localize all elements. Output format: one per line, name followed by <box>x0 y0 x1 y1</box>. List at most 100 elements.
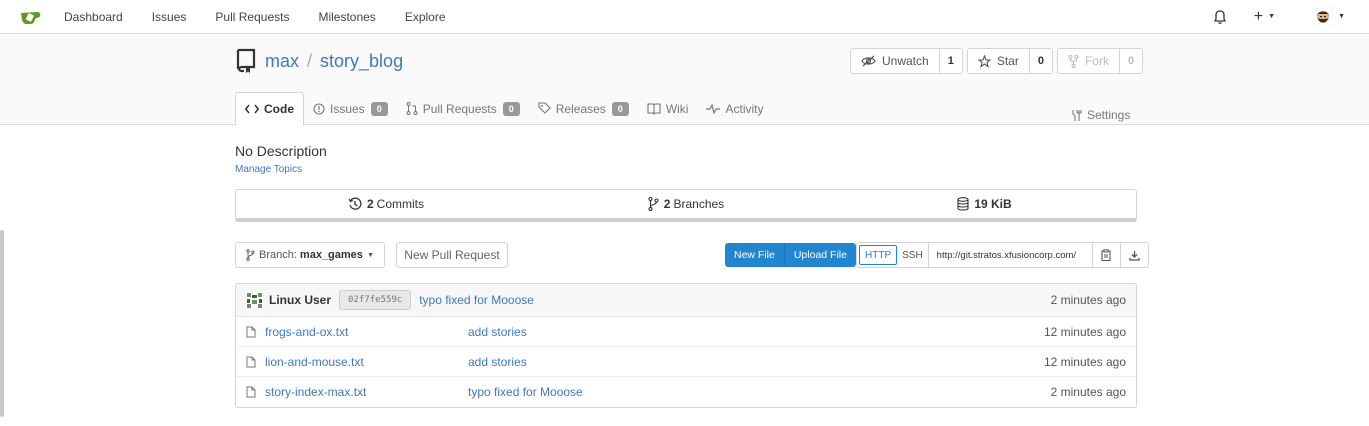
tag-icon <box>538 102 551 114</box>
file-name-link[interactable]: lion-and-mouse.txt <box>265 355 468 369</box>
watch-count[interactable]: 1 <box>940 49 962 73</box>
branches-stat[interactable]: 2 Branches <box>536 190 836 218</box>
file-commit-message-link[interactable]: typo fixed for Mooose <box>468 385 583 399</box>
nav-dashboard[interactable]: Dashboard <box>64 10 123 24</box>
tab-issues-label: Issues <box>330 101 365 116</box>
bell-icon[interactable] <box>1212 9 1228 25</box>
clone-panel: HTTP SSH <box>856 242 1149 268</box>
latest-commit-row: Linux User 02f7fe559c typo fixed for Moo… <box>236 284 1136 317</box>
commits-label: Commits <box>376 197 425 211</box>
git-pull-request-icon <box>406 102 418 115</box>
repo-name-link[interactable]: story_blog <box>320 51 403 72</box>
nav-issues[interactable]: Issues <box>152 10 187 24</box>
repo-actions: Unwatch 1 Star 0 Fork 0 <box>850 48 1147 74</box>
file-icon <box>246 326 256 337</box>
tab-releases[interactable]: Releases 0 <box>529 92 638 125</box>
commits-count: 2 <box>366 197 374 211</box>
unwatch-label: Unwatch <box>882 54 929 68</box>
create-new-menu[interactable]: + ▼ <box>1254 8 1275 26</box>
file-actions: New File Upload File <box>725 243 856 267</box>
nav-pull-requests[interactable]: Pull Requests <box>215 10 289 24</box>
chevron-down-icon: ▼ <box>367 251 374 259</box>
repo-stats-bar: 2 Commits 2 Branches 19 KiB <box>235 189 1137 222</box>
nav-milestones[interactable]: Milestones <box>318 10 375 24</box>
star-icon <box>977 54 991 68</box>
chevron-down-icon: ▼ <box>1268 13 1276 20</box>
history-icon <box>348 197 362 210</box>
repo-size: 19 KiB <box>974 197 1012 211</box>
star-count[interactable]: 0 <box>1030 49 1052 73</box>
issues-count-badge: 0 <box>370 101 388 116</box>
tab-pull-requests[interactable]: Pull Requests 0 <box>397 92 529 125</box>
commit-sha-button[interactable]: 02f7fe559c <box>339 290 412 310</box>
star-label: Star <box>996 54 1019 68</box>
tab-activity[interactable]: Activity <box>697 92 772 125</box>
tab-settings[interactable]: Settings <box>1070 108 1130 122</box>
tab-activity-label: Activity <box>725 101 764 116</box>
file-commit-message-link[interactable]: add stories <box>468 325 527 339</box>
table-row: lion-and-mouse.txt add stories 12 minute… <box>236 347 1136 377</box>
avatar <box>1313 6 1334 27</box>
commit-author: Linux User <box>269 293 332 307</box>
commit-message-link[interactable]: typo fixed for Mooose <box>419 293 534 307</box>
manage-topics-link[interactable]: Manage Topics <box>235 164 302 175</box>
download-button[interactable] <box>1119 243 1148 267</box>
download-icon <box>1129 250 1140 261</box>
releases-count-badge: 0 <box>611 101 629 116</box>
branch-dropdown[interactable]: Branch: max_games ▼ <box>235 242 385 268</box>
tab-code[interactable]: Code <box>235 92 304 126</box>
size-stat: 19 KiB <box>836 190 1136 218</box>
nav-explore[interactable]: Explore <box>405 10 446 24</box>
plus-icon: + <box>1253 7 1264 25</box>
fork-label: Fork <box>1084 54 1109 68</box>
file-age: 12 minutes ago <box>1043 354 1126 369</box>
clone-ssh-button[interactable]: SSH <box>897 243 928 267</box>
tab-wiki[interactable]: Wiki <box>638 92 698 125</box>
file-icon <box>246 386 256 398</box>
tab-pull-requests-label: Pull Requests <box>422 101 497 116</box>
repo-icon <box>236 48 256 73</box>
fork-button[interactable]: Fork 0 <box>1056 48 1144 74</box>
copy-url-button[interactable] <box>1091 243 1120 267</box>
file-commit-message-link[interactable]: add stories <box>468 355 527 369</box>
path-separator: / <box>307 50 313 71</box>
branch-prefix: Branch: <box>259 249 297 261</box>
branches-label: Branches <box>673 197 725 211</box>
file-name-link[interactable]: frogs-and-ox.txt <box>265 325 468 339</box>
git-branch-icon <box>246 249 255 261</box>
user-menu[interactable]: ▼ <box>1313 6 1345 27</box>
book-icon <box>647 102 661 115</box>
tools-icon <box>1072 109 1082 121</box>
pulls-count-badge: 0 <box>502 101 520 116</box>
repo-owner-link[interactable]: max <box>265 51 299 72</box>
gitea-logo-icon[interactable] <box>20 9 42 25</box>
tab-issues[interactable]: Issues 0 <box>304 92 397 125</box>
star-button[interactable]: Star 0 <box>966 48 1053 74</box>
fork-count[interactable]: 0 <box>1120 49 1142 73</box>
file-name-link[interactable]: story-index-max.txt <box>265 385 468 399</box>
file-age: 2 minutes ago <box>1050 385 1126 399</box>
clone-http-button[interactable]: HTTP <box>859 245 898 265</box>
pulse-icon <box>706 103 721 114</box>
branches-count: 2 <box>663 197 671 211</box>
repo-description: No Description <box>235 143 327 159</box>
new-file-button[interactable]: New File <box>725 243 784 267</box>
table-row: story-index-max.txt typo fixed for Mooos… <box>236 377 1136 407</box>
eye-slash-icon <box>861 55 876 67</box>
commits-stat[interactable]: 2 Commits <box>236 190 536 218</box>
commit-age: 2 minutes ago <box>1050 293 1126 307</box>
file-list: Linux User 02f7fe559c typo fixed for Moo… <box>235 283 1137 408</box>
tab-settings-label: Settings <box>1087 108 1131 122</box>
branch-name: max_games <box>299 249 363 261</box>
issue-opened-icon <box>313 102 325 115</box>
clone-url-input[interactable] <box>927 243 1092 267</box>
database-icon <box>957 197 969 211</box>
scrollbar[interactable] <box>0 230 4 417</box>
fork-icon <box>1068 54 1079 68</box>
unwatch-button[interactable]: Unwatch 1 <box>850 48 963 74</box>
upload-file-button[interactable]: Upload File <box>783 243 856 267</box>
tab-releases-label: Releases <box>555 101 606 116</box>
new-pull-request-button[interactable]: New Pull Request <box>396 242 508 268</box>
top-navbar: Dashboard Issues Pull Requests Milestone… <box>0 0 1369 34</box>
git-branch-icon <box>648 197 659 211</box>
